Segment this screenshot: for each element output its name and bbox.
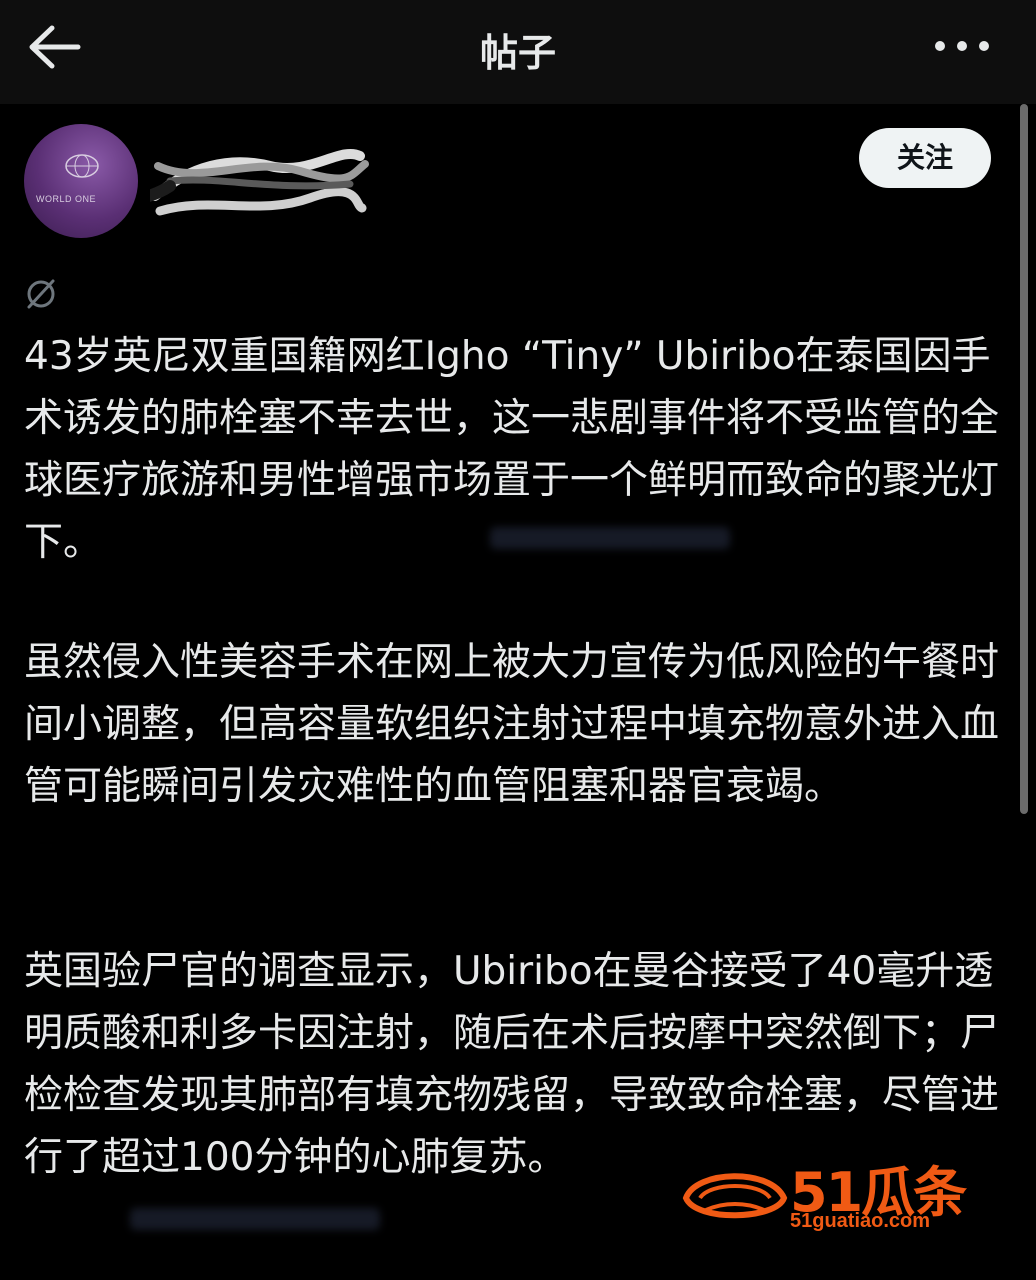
redacted-mark: [130, 1208, 380, 1230]
top-bar: 帖子: [0, 0, 1036, 104]
watermark-url: 51guatiao.com: [790, 1210, 931, 1232]
avatar-brand-text: WORLD ONE: [36, 194, 97, 204]
redacted-mark: [490, 527, 730, 549]
post-paragraph-2: 虽然侵入性美容手术在网上被大力宣传为低风险的午餐时间小调整，但高容量软组织注射过…: [24, 640, 1000, 809]
page-title: 帖子: [479, 31, 556, 75]
globe-logo-icon: [65, 154, 99, 178]
scrollbar[interactable]: [1020, 104, 1028, 814]
more-horizontal-icon[interactable]: [930, 26, 994, 66]
avatar[interactable]: WORLD ONE: [24, 124, 138, 238]
translate-icon[interactable]: [24, 277, 58, 311]
follow-button[interactable]: 关注: [859, 128, 991, 188]
redacted-username: [150, 149, 369, 216]
